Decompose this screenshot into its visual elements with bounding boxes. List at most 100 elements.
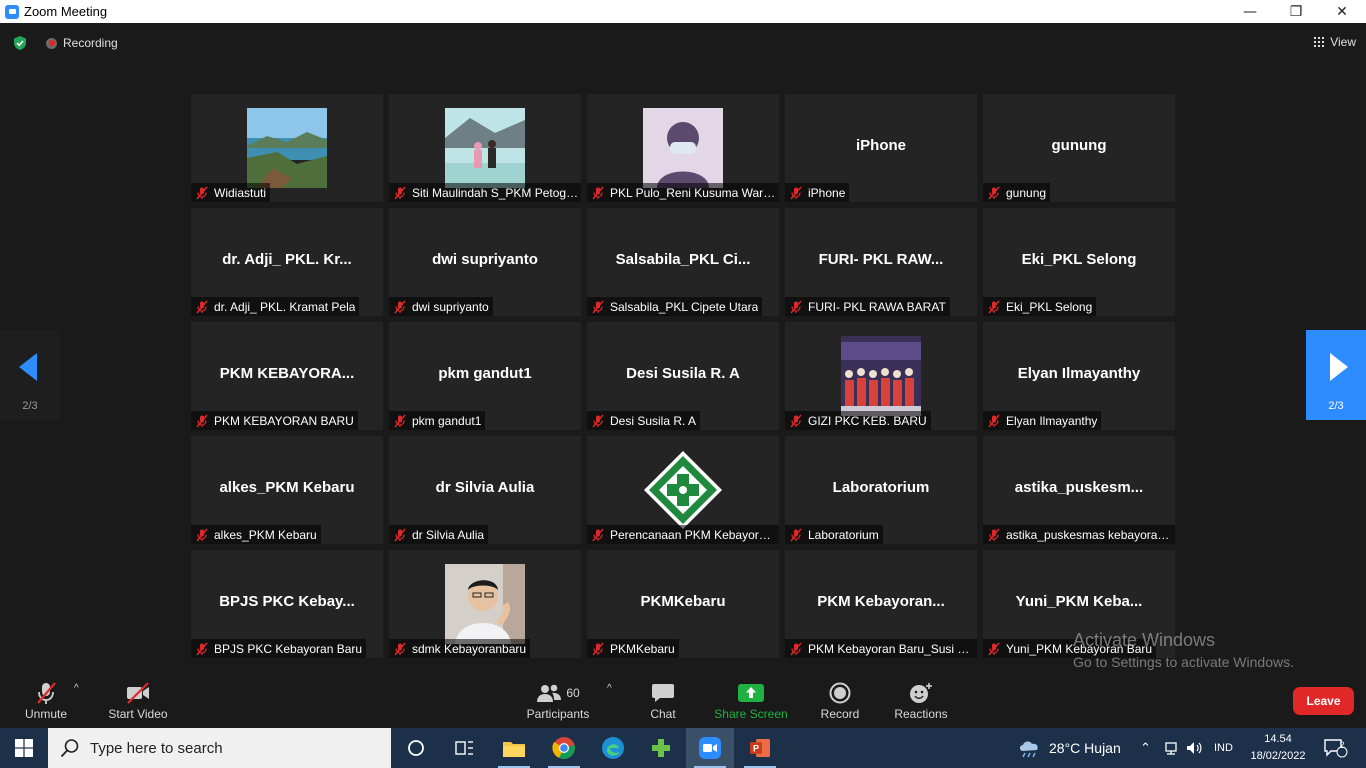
unmute-label: Unmute bbox=[24, 707, 68, 721]
participant-display-name: PKM Kebayoran... bbox=[817, 593, 945, 610]
close-button[interactable]: ✕ bbox=[1319, 0, 1365, 23]
notification-center-button[interactable]: 2 bbox=[1323, 728, 1349, 768]
start-video-button[interactable]: Start Video bbox=[104, 671, 172, 726]
participant-display-name: Yuni_PKM Keba... bbox=[1015, 593, 1143, 610]
clock-date: 18/02/2022 bbox=[1250, 750, 1306, 762]
participant-tile[interactable]: Widiastuti bbox=[191, 94, 383, 202]
participant-name: iPhone bbox=[808, 185, 846, 200]
participant-name: dr. Adji_ PKL. Kramat Pela bbox=[214, 299, 356, 314]
grid-view-icon bbox=[1314, 37, 1325, 47]
system-clock[interactable]: 14.54 18/02/2022 bbox=[1240, 731, 1316, 765]
search-icon bbox=[60, 739, 79, 758]
participant-tile[interactable]: BPJS PKC Kebay... BPJS PKC Kebayoran Baru bbox=[191, 550, 383, 658]
participant-tile[interactable]: Desi Susila R. A Desi Susila R. A bbox=[587, 322, 779, 430]
participant-tile[interactable]: Eki_PKL Selong Eki_PKL Selong bbox=[983, 208, 1175, 316]
participant-tile[interactable]: sdmk Kebayoranbaru bbox=[389, 550, 581, 658]
previous-page-button[interactable]: 2/3 bbox=[0, 330, 60, 420]
participant-tile[interactable]: PKL Pulo_Reni Kusuma Wardani bbox=[587, 94, 779, 202]
participants-options-chevron-icon[interactable]: ^ bbox=[607, 683, 612, 694]
participants-button[interactable]: 60 Participants bbox=[524, 671, 592, 726]
participant-display-name: PKM KEBAYORA... bbox=[219, 365, 355, 382]
windows-taskbar: Type here to search P 28°C Hujan ⌃ IND 1… bbox=[0, 728, 1366, 768]
share-screen-button[interactable]: Share Screen bbox=[713, 671, 789, 726]
windows-logo-icon bbox=[15, 739, 33, 757]
taskbar-powerpoint[interactable]: P bbox=[736, 728, 784, 768]
participant-tile[interactable]: Laboratorium Laboratorium bbox=[785, 436, 977, 544]
view-button[interactable]: View bbox=[1314, 35, 1356, 49]
input-language[interactable]: IND bbox=[1214, 728, 1233, 768]
participant-tile[interactable]: dr Silvia Aulia dr Silvia Aulia bbox=[389, 436, 581, 544]
microphone-muted-icon bbox=[33, 679, 59, 707]
participant-tile[interactable]: PKMKebaru PKMKebaru bbox=[587, 550, 779, 658]
share-screen-label: Share Screen bbox=[714, 707, 788, 721]
start-button[interactable] bbox=[0, 728, 48, 768]
audio-options-chevron-icon[interactable]: ^ bbox=[74, 683, 79, 694]
participant-display-name: FURI- PKL RAW... bbox=[818, 251, 944, 268]
taskbar-chrome[interactable] bbox=[540, 728, 588, 768]
participant-tile[interactable]: Siti Maulindah S_PKM Petogogan bbox=[389, 94, 581, 202]
participant-tile[interactable]: pkm gandut1 pkm gandut1 bbox=[389, 322, 581, 430]
participant-display-name: Salsabila_PKL Ci... bbox=[615, 251, 751, 268]
participant-name: Elyan Ilmayanthy bbox=[1006, 413, 1098, 428]
participant-name-bar: FURI- PKL RAWA BARAT bbox=[785, 297, 950, 316]
taskbar-green-plus-app[interactable] bbox=[637, 728, 685, 768]
reactions-button[interactable]: Reactions bbox=[891, 671, 951, 726]
participant-tile[interactable]: Elyan Ilmayanthy Elyan Ilmayanthy bbox=[983, 322, 1175, 430]
participant-tile[interactable]: PKM Kebayoran... PKM Kebayoran Baru_Susi … bbox=[785, 550, 977, 658]
security-shield-icon[interactable] bbox=[12, 35, 28, 51]
recording-indicator[interactable]: Recording bbox=[46, 36, 118, 50]
participant-tile[interactable]: iPhone iPhone bbox=[785, 94, 977, 202]
minimize-button[interactable]: — bbox=[1227, 0, 1273, 23]
notification-count: 2 bbox=[1339, 740, 1345, 750]
muted-mic-icon bbox=[988, 186, 1000, 199]
search-placeholder: Type here to search bbox=[90, 739, 223, 757]
muted-mic-icon bbox=[790, 300, 802, 313]
participant-tile[interactable]: dwi supriyanto dwi supriyanto bbox=[389, 208, 581, 316]
participant-name-bar: Siti Maulindah S_PKM Petogogan bbox=[389, 183, 581, 202]
meeting-window: Recording View Widiastuti Siti Maulindah … bbox=[0, 23, 1366, 726]
muted-mic-icon bbox=[988, 528, 1000, 541]
leave-button[interactable]: Leave bbox=[1293, 687, 1354, 715]
participant-name-bar: BPJS PKC Kebayoran Baru bbox=[191, 639, 367, 658]
clock-time: 14.54 bbox=[1264, 733, 1292, 745]
participant-name-bar: alkes_PKM Kebaru bbox=[191, 525, 321, 544]
unmute-button[interactable]: Unmute bbox=[18, 671, 74, 726]
participant-tile[interactable]: astika_puskesm... astika_puskesmas kebayo… bbox=[983, 436, 1175, 544]
participant-tile[interactable]: PKM KEBAYORA... PKM KEBAYORAN BARU bbox=[191, 322, 383, 430]
muted-mic-icon bbox=[394, 414, 406, 427]
next-page-button[interactable]: 2/3 bbox=[1306, 330, 1366, 420]
volume-icon[interactable] bbox=[1185, 728, 1203, 768]
participant-display-name: pkm gandut1 bbox=[438, 365, 532, 382]
edge-icon bbox=[602, 737, 624, 759]
taskbar-zoom[interactable] bbox=[686, 728, 734, 768]
record-icon bbox=[829, 679, 851, 707]
network-icon[interactable] bbox=[1163, 728, 1179, 768]
weather-widget[interactable]: 28°C Hujan bbox=[1017, 728, 1121, 768]
muted-mic-icon bbox=[394, 642, 406, 655]
participant-tile[interactable]: alkes_PKM Kebaru alkes_PKM Kebaru bbox=[191, 436, 383, 544]
show-hidden-icons-chevron-icon[interactable]: ⌃ bbox=[1140, 728, 1151, 768]
participant-tile[interactable]: gunung gunung bbox=[983, 94, 1175, 202]
participant-tile[interactable]: FURI- PKL RAW... FURI- PKL RAWA BARAT bbox=[785, 208, 977, 316]
taskbar-file-explorer[interactable] bbox=[490, 728, 538, 768]
taskbar-edge[interactable] bbox=[589, 728, 637, 768]
chat-button[interactable]: Chat bbox=[639, 671, 687, 726]
participant-name: sdmk Kebayoranbaru bbox=[412, 641, 527, 656]
participant-tile[interactable]: GIZI PKC KEB. BARU bbox=[785, 322, 977, 430]
record-button[interactable]: Record bbox=[816, 671, 864, 726]
participant-tile[interactable]: Perencanaan PKM Kebayoran Baru bbox=[587, 436, 779, 544]
participant-name-bar: Perencanaan PKM Kebayoran Baru bbox=[587, 525, 779, 544]
participant-name-bar: dr. Adji_ PKL. Kramat Pela bbox=[191, 297, 360, 316]
cortana-button[interactable] bbox=[392, 728, 440, 768]
maximize-button[interactable]: ❐ bbox=[1273, 0, 1319, 23]
participant-name: Siti Maulindah S_PKM Petogogan bbox=[412, 185, 579, 200]
participant-tile[interactable]: Salsabila_PKL Ci... Salsabila_PKL Cipete … bbox=[587, 208, 779, 316]
task-view-button[interactable] bbox=[440, 728, 488, 768]
taskbar-search-box[interactable]: Type here to search bbox=[48, 728, 391, 768]
participant-tile[interactable]: dr. Adji_ PKL. Kr... dr. Adji_ PKL. Krama… bbox=[191, 208, 383, 316]
title-bar: Zoom Meeting — ❐ ✕ bbox=[0, 0, 1366, 23]
zoom-icon bbox=[699, 737, 721, 759]
participant-thumbnail bbox=[841, 336, 921, 416]
participants-icon-group: 60 bbox=[536, 679, 580, 707]
participant-name-bar: Widiastuti bbox=[191, 183, 271, 202]
